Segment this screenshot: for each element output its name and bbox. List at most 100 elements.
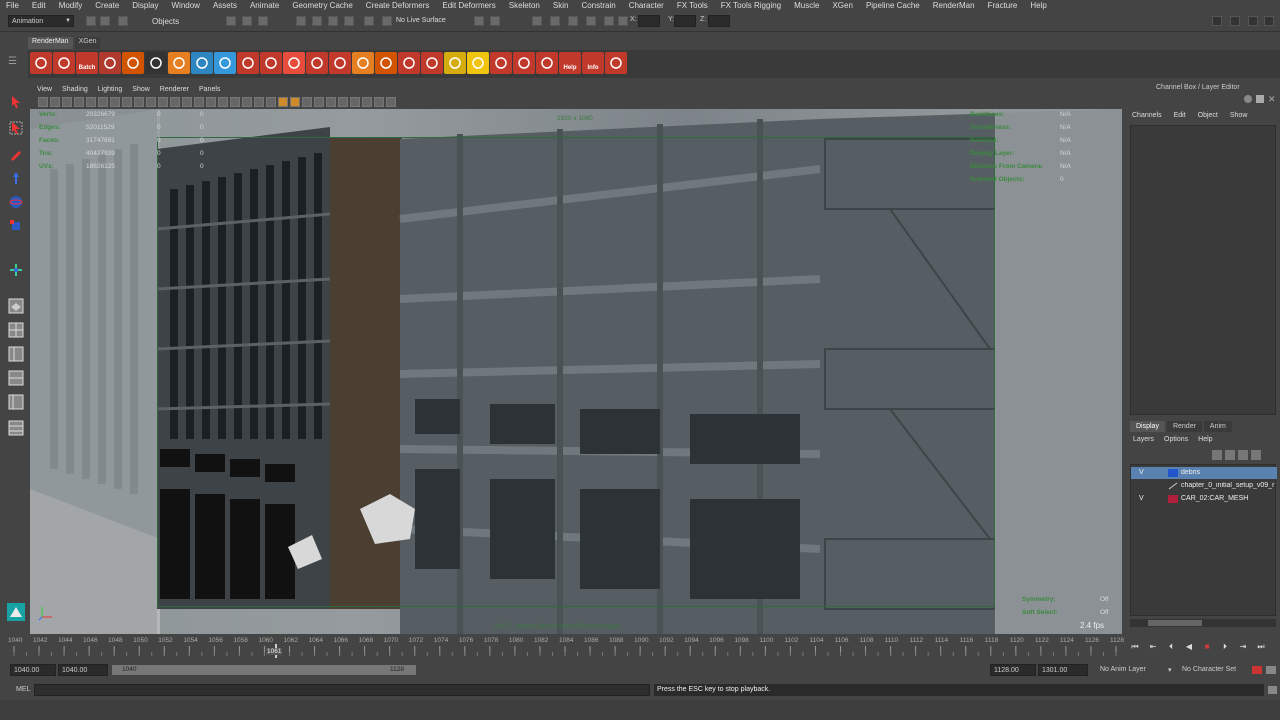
panel-tool-icon[interactable] — [266, 97, 276, 107]
select-tool-icon[interactable] — [6, 92, 26, 112]
tool-settings-icon[interactable] — [1248, 16, 1258, 26]
panel-tool-icon[interactable] — [230, 97, 240, 107]
command-input[interactable] — [34, 684, 650, 696]
yellow-sphere-icon[interactable] — [467, 52, 489, 74]
layer-color-swatch[interactable] — [1168, 482, 1178, 490]
channel-menu-show[interactable]: Show — [1230, 112, 1248, 119]
panel-tool-icon[interactable] — [38, 97, 48, 107]
env-sphere-icon[interactable] — [191, 52, 213, 74]
menu-modify[interactable]: Modify — [59, 1, 83, 10]
channel-menu-object[interactable]: Object — [1198, 112, 1218, 119]
manipulator-icon[interactable] — [6, 260, 26, 280]
search-doc-icon[interactable] — [421, 52, 443, 74]
attribute-editor-icon[interactable] — [1230, 16, 1240, 26]
select-hierarchy-icon[interactable] — [226, 16, 236, 26]
new-scene-icon[interactable] — [86, 16, 96, 26]
menu-display[interactable]: Display — [132, 1, 158, 10]
step-forward-frame-icon[interactable]: ⏵ — [1218, 641, 1232, 653]
layer-menu-layers[interactable]: Layers — [1133, 436, 1154, 443]
menu-constrain[interactable]: Constrain — [581, 1, 615, 10]
shelf-tab-xgen[interactable]: XGen — [74, 37, 101, 49]
panel-tool-icon[interactable] — [134, 97, 144, 107]
playback-start-field[interactable]: 1040.00 — [58, 664, 108, 676]
panel-tool-icon[interactable] — [170, 97, 180, 107]
render-settings-icon[interactable] — [30, 52, 52, 74]
hypershade-icon[interactable] — [568, 16, 578, 26]
snap-view-icon[interactable] — [344, 16, 354, 26]
layer-row[interactable]: V CAR_02:CAR_MESH — [1131, 493, 1277, 505]
panel-tool-icon[interactable] — [278, 97, 288, 107]
input-field-icon[interactable] — [604, 16, 614, 26]
menu-window[interactable]: Window — [172, 1, 200, 10]
layout-hypershade-icon[interactable] — [6, 418, 26, 438]
panel-tool-icon[interactable] — [362, 97, 372, 107]
lasso-tool-icon[interactable] — [6, 118, 26, 138]
panel-tool-icon[interactable] — [62, 97, 72, 107]
pattern-icon[interactable] — [283, 52, 305, 74]
spotlight-icon[interactable] — [444, 52, 466, 74]
image-tool-icon[interactable] — [398, 52, 420, 74]
help-icon[interactable]: Help — [559, 52, 581, 74]
move-tool-icon[interactable] — [6, 168, 26, 188]
menu-character[interactable]: Character — [629, 1, 664, 10]
x-field[interactable] — [638, 15, 660, 27]
play-backward-icon[interactable]: ◀ — [1182, 641, 1196, 653]
layout-four-icon[interactable] — [6, 320, 26, 340]
layer-color-swatch[interactable] — [1168, 469, 1178, 477]
shelf-tab-renderman[interactable]: RenderMan — [28, 37, 73, 49]
menu-xgen[interactable]: XGen — [832, 1, 852, 10]
hand-icon[interactable] — [352, 52, 374, 74]
renderman-logo-icon[interactable] — [6, 602, 26, 622]
graph-icon[interactable] — [536, 52, 558, 74]
new-layer-selected-icon[interactable] — [1251, 450, 1261, 460]
menu-create[interactable]: Create — [95, 1, 119, 10]
rotate-tool-icon[interactable] — [6, 192, 26, 212]
menu-fracture[interactable]: Fracture — [988, 1, 1018, 10]
step-back-key-icon[interactable]: ⇤ — [1146, 641, 1160, 653]
globe-wire-icon[interactable] — [122, 52, 144, 74]
chevron-down-icon[interactable]: ▾ — [1168, 666, 1172, 674]
mel-label[interactable]: MEL — [16, 686, 30, 693]
panel-tool-icon[interactable] — [314, 97, 324, 107]
menu-muscle[interactable]: Muscle — [794, 1, 819, 10]
settings-icon[interactable] — [1244, 95, 1252, 103]
history-icon[interactable] — [474, 16, 484, 26]
panel-tool-icon[interactable] — [146, 97, 156, 107]
panel-tool-icon[interactable] — [242, 97, 252, 107]
layer-menu-options[interactable]: Options — [1164, 436, 1188, 443]
layer-menu-help[interactable]: Help — [1198, 436, 1212, 443]
shelf-menu-icon[interactable]: ☰ — [8, 56, 20, 70]
snap-live-icon[interactable] — [364, 16, 374, 26]
plugin-icon[interactable] — [605, 52, 627, 74]
character-set-select[interactable]: No Character Set — [1182, 666, 1240, 673]
panel-tool-icon[interactable] — [122, 97, 132, 107]
anim-start-field[interactable]: 1040.00 — [10, 664, 56, 676]
texture-icon[interactable] — [260, 52, 282, 74]
anim-prefs-icon[interactable] — [1266, 666, 1276, 674]
panel-tool-icon[interactable] — [386, 97, 396, 107]
layer-tab-render[interactable]: Render — [1166, 421, 1202, 432]
panel-tool-icon[interactable] — [50, 97, 60, 107]
menu-pipeline-cache[interactable]: Pipeline Cache — [866, 1, 920, 10]
render-batch-icon[interactable]: Batch — [76, 52, 98, 74]
menu-skin[interactable]: Skin — [553, 1, 569, 10]
panel-menu-shading[interactable]: Shading — [62, 86, 88, 93]
panel-tool-icon[interactable] — [194, 97, 204, 107]
curve-tool-icon[interactable] — [513, 52, 535, 74]
panel-tool-icon[interactable] — [326, 97, 336, 107]
menu-file[interactable]: File — [6, 1, 19, 10]
ipr-icon[interactable] — [532, 16, 542, 26]
menu-edit[interactable]: Edit — [32, 1, 46, 10]
panel-tool-icon[interactable] — [74, 97, 84, 107]
panel-menu-view[interactable]: View — [37, 86, 52, 93]
y-field[interactable] — [674, 15, 696, 27]
layer-visibility-toggle[interactable]: V — [1139, 469, 1144, 476]
brush-icon[interactable] — [329, 52, 351, 74]
layer-up-icon[interactable] — [1212, 450, 1222, 460]
script-editor-icon[interactable] — [1268, 686, 1277, 694]
layout-single-icon[interactable] — [6, 296, 26, 316]
channel-box-icon[interactable] — [1264, 16, 1274, 26]
panel-tool-icon[interactable] — [254, 97, 264, 107]
channel-menu-edit[interactable]: Edit — [1174, 112, 1186, 119]
panel-tool-icon[interactable] — [302, 97, 312, 107]
